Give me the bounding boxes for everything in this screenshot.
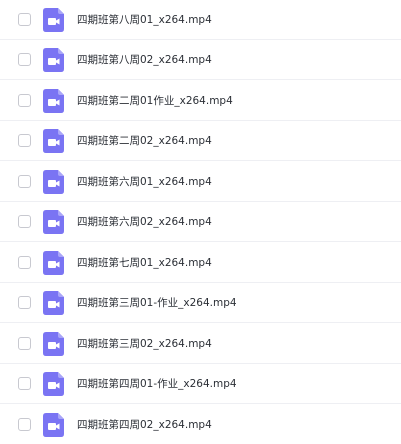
file-name[interactable]: 四期班第八周01_x264.mp4 [77, 11, 212, 29]
file-name[interactable]: 四期班第四周01-作业_x264.mp4 [77, 375, 237, 393]
video-file-icon [43, 170, 64, 194]
file-name[interactable]: 四期班第二周01作业_x264.mp4 [77, 92, 233, 110]
file-row[interactable]: 四期班第二周02_x264.mp4 [0, 121, 401, 161]
video-file-icon [43, 251, 64, 275]
video-file-icon [43, 372, 64, 396]
video-file-icon [43, 332, 64, 356]
file-row[interactable]: 四期班第三周02_x264.mp4 [0, 324, 401, 364]
video-file-icon [43, 210, 64, 234]
file-row[interactable]: 四期班第六周02_x264.mp4 [0, 202, 401, 242]
row-checkbox[interactable] [18, 215, 31, 228]
row-checkbox[interactable] [18, 175, 31, 188]
file-row[interactable]: 四期班第四周02_x264.mp4 [0, 405, 401, 444]
file-row[interactable]: 四期班第八周01_x264.mp4 [0, 0, 401, 40]
video-file-icon [43, 48, 64, 72]
row-checkbox[interactable] [18, 337, 31, 350]
video-file-icon [43, 291, 64, 315]
row-checkbox[interactable] [18, 377, 31, 390]
file-row[interactable]: 四期班第六周01_x264.mp4 [0, 162, 401, 202]
row-checkbox[interactable] [18, 94, 31, 107]
video-file-icon [43, 89, 64, 113]
file-row[interactable]: 四期班第二周01作业_x264.mp4 [0, 81, 401, 121]
file-row[interactable]: 四期班第四周01-作业_x264.mp4 [0, 364, 401, 404]
file-row[interactable]: 四期班第七周01_x264.mp4 [0, 243, 401, 283]
file-name[interactable]: 四期班第七周01_x264.mp4 [77, 254, 212, 272]
file-name[interactable]: 四期班第四周02_x264.mp4 [77, 416, 212, 434]
video-file-icon [43, 129, 64, 153]
row-checkbox[interactable] [18, 134, 31, 147]
file-row[interactable]: 四期班第三周01-作业_x264.mp4 [0, 283, 401, 323]
row-checkbox[interactable] [18, 296, 31, 309]
row-checkbox[interactable] [18, 418, 31, 431]
file-list: 四期班第八周01_x264.mp4 四期班第八周02_x264.mp4 四期班第… [0, 0, 401, 444]
file-name[interactable]: 四期班第六周01_x264.mp4 [77, 173, 212, 191]
file-row[interactable]: 四期班第八周02_x264.mp4 [0, 40, 401, 80]
video-file-icon [43, 413, 64, 437]
file-name[interactable]: 四期班第八周02_x264.mp4 [77, 51, 212, 69]
row-checkbox[interactable] [18, 256, 31, 269]
row-checkbox[interactable] [18, 13, 31, 26]
row-checkbox[interactable] [18, 53, 31, 66]
file-name[interactable]: 四期班第二周02_x264.mp4 [77, 132, 212, 150]
file-name[interactable]: 四期班第三周01-作业_x264.mp4 [77, 294, 237, 312]
file-name[interactable]: 四期班第三周02_x264.mp4 [77, 335, 212, 353]
file-name[interactable]: 四期班第六周02_x264.mp4 [77, 213, 212, 231]
video-file-icon [43, 8, 64, 32]
